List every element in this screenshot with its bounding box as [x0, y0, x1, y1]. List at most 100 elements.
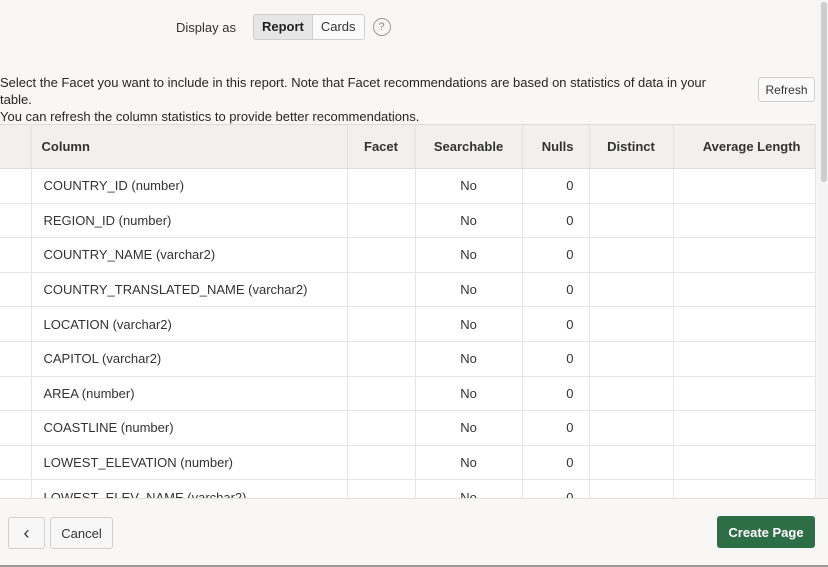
- column-header[interactable]: Column: [31, 124, 348, 169]
- average-length-cell: [673, 479, 816, 498]
- table-row: COUNTRY_ID (number) No 0: [0, 168, 816, 204]
- refresh-button[interactable]: Refresh: [758, 77, 815, 102]
- wizard-footer: [0, 498, 828, 567]
- table-row: COASTLINE (number) No 0: [0, 410, 816, 446]
- row-select-cell[interactable]: [0, 272, 32, 308]
- row-select-cell[interactable]: [0, 341, 32, 377]
- row-select-cell[interactable]: [0, 410, 32, 446]
- facet-cell[interactable]: [347, 479, 416, 498]
- scrollbar-thumb[interactable]: [821, 2, 827, 182]
- facet-description: Select the Facet you want to include in …: [0, 74, 740, 125]
- create-page-button[interactable]: Create Page: [717, 516, 815, 548]
- table-row: LOWEST_ELEV_NAME (varchar2) No 0: [0, 479, 816, 498]
- nulls-cell: 0: [522, 341, 590, 377]
- column-name-cell: COUNTRY_TRANSLATED_NAME (varchar2): [31, 272, 348, 308]
- column-name-cell: LOCATION (varchar2): [31, 306, 348, 342]
- facet-cell[interactable]: [347, 237, 416, 273]
- table-row: COUNTRY_NAME (varchar2) No 0: [0, 237, 816, 273]
- row-select-cell[interactable]: [0, 168, 32, 204]
- row-select-cell[interactable]: [0, 376, 32, 412]
- average-length-cell: [673, 237, 816, 273]
- facet-cell[interactable]: [347, 306, 416, 342]
- searchable-cell: No: [415, 341, 523, 377]
- facet-table: Column Facet Searchable Nulls Distinct A…: [0, 124, 816, 498]
- facet-cell[interactable]: [347, 445, 416, 481]
- nulls-cell: 0: [522, 237, 590, 273]
- column-name-cell: COUNTRY_ID (number): [31, 168, 348, 204]
- table-row: REGION_ID (number) No 0: [0, 203, 816, 239]
- distinct-cell: [589, 341, 674, 377]
- distinct-cell: [589, 237, 674, 273]
- table-header-row: Column Facet Searchable Nulls Distinct A…: [0, 124, 816, 169]
- table-row: COUNTRY_TRANSLATED_NAME (varchar2) No 0: [0, 272, 816, 308]
- nulls-cell: 0: [522, 203, 590, 239]
- facet-cell[interactable]: [347, 272, 416, 308]
- row-select-cell[interactable]: [0, 479, 32, 498]
- facet-cell[interactable]: [347, 168, 416, 204]
- searchable-cell: No: [415, 479, 523, 498]
- table-row: LOWEST_ELEVATION (number) No 0: [0, 445, 816, 481]
- row-select-cell[interactable]: [0, 306, 32, 342]
- row-select-cell[interactable]: [0, 237, 32, 273]
- facet-cell[interactable]: [347, 341, 416, 377]
- average-length-cell: [673, 445, 816, 481]
- facet-cell[interactable]: [347, 203, 416, 239]
- distinct-cell: [589, 203, 674, 239]
- average-length-cell: [673, 168, 816, 204]
- distinct-cell: [589, 306, 674, 342]
- nulls-cell: 0: [522, 410, 590, 446]
- description-line-1: Select the Facet you want to include in …: [0, 75, 706, 107]
- display-cards-option[interactable]: Cards: [312, 15, 364, 39]
- average-length-cell: [673, 306, 816, 342]
- column-name-cell: REGION_ID (number): [31, 203, 348, 239]
- row-select-cell[interactable]: [0, 203, 32, 239]
- cancel-button[interactable]: Cancel: [50, 517, 113, 549]
- wizard-content: Display as Report Cards ? Select the Fac…: [0, 0, 828, 498]
- facet-header[interactable]: Facet: [347, 124, 416, 169]
- nulls-cell: 0: [522, 479, 590, 498]
- display-as-row: Display as Report Cards ?: [176, 14, 391, 40]
- column-name-cell: CAPITOL (varchar2): [31, 341, 348, 377]
- display-as-toggle: Report Cards: [252, 14, 365, 40]
- searchable-cell: No: [415, 168, 523, 204]
- searchable-header[interactable]: Searchable: [415, 124, 523, 169]
- nulls-header[interactable]: Nulls: [522, 124, 590, 169]
- average-length-cell: [673, 272, 816, 308]
- nulls-cell: 0: [522, 306, 590, 342]
- display-as-label: Display as: [176, 19, 236, 35]
- facet-cell[interactable]: [347, 376, 416, 412]
- column-name-cell: COUNTRY_NAME (varchar2): [31, 237, 348, 273]
- distinct-cell: [589, 479, 674, 498]
- table-row: AREA (number) No 0: [0, 376, 816, 412]
- distinct-cell: [589, 168, 674, 204]
- searchable-cell: No: [415, 306, 523, 342]
- table-row: LOCATION (varchar2) No 0: [0, 306, 816, 342]
- distinct-cell: [589, 272, 674, 308]
- display-report-option[interactable]: Report: [253, 15, 313, 39]
- select-column-header: [0, 124, 32, 169]
- back-button[interactable]: ‹: [8, 517, 45, 549]
- searchable-cell: No: [415, 445, 523, 481]
- column-name-cell: LOWEST_ELEV_NAME (varchar2): [31, 479, 348, 498]
- description-line-2: You can refresh the column statistics to…: [0, 109, 420, 124]
- distinct-header[interactable]: Distinct: [589, 124, 674, 169]
- nulls-cell: 0: [522, 376, 590, 412]
- distinct-cell: [589, 376, 674, 412]
- facet-table-wrapper: Column Facet Searchable Nulls Distinct A…: [0, 124, 816, 498]
- searchable-cell: No: [415, 203, 523, 239]
- average-length-header[interactable]: Average Length: [673, 124, 816, 169]
- facet-cell[interactable]: [347, 410, 416, 446]
- help-icon[interactable]: ?: [372, 18, 391, 36]
- average-length-cell: [673, 410, 816, 446]
- searchable-cell: No: [415, 410, 523, 446]
- table-row: CAPITOL (varchar2) No 0: [0, 341, 816, 377]
- nulls-cell: 0: [522, 168, 590, 204]
- nulls-cell: 0: [522, 272, 590, 308]
- nulls-cell: 0: [522, 445, 590, 481]
- chevron-left-icon: ‹: [23, 523, 30, 543]
- column-name-cell: LOWEST_ELEVATION (number): [31, 445, 348, 481]
- average-length-cell: [673, 203, 816, 239]
- row-select-cell[interactable]: [0, 445, 32, 481]
- searchable-cell: No: [415, 272, 523, 308]
- searchable-cell: No: [415, 376, 523, 412]
